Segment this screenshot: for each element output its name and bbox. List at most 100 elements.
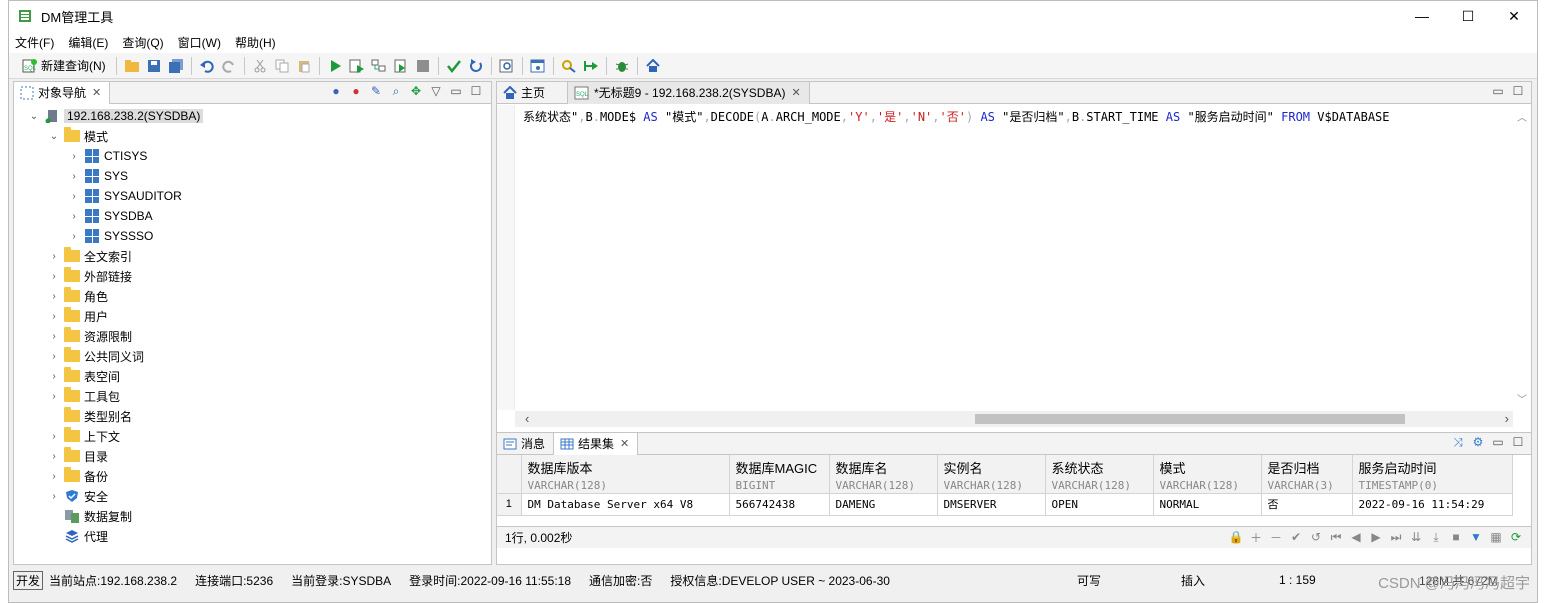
tree-node-folder[interactable]: › 外部链接 <box>48 266 132 286</box>
settings-icon[interactable]: ⚙ <box>1471 435 1485 449</box>
table-cell[interactable]: NORMAL <box>1153 493 1262 516</box>
debug-run-icon[interactable] <box>580 55 602 77</box>
edit-icon[interactable]: ✎ <box>369 84 383 98</box>
execute-script-icon[interactable] <box>346 55 368 77</box>
paste-icon[interactable] <box>293 55 315 77</box>
column-header[interactable]: 数据库版本 VARCHAR(128) <box>521 455 730 494</box>
close-tab-icon[interactable]: ✕ <box>92 86 101 99</box>
table-cell[interactable]: OPEN <box>1045 493 1154 516</box>
tree-node-schema[interactable]: › SYSAUDITOR <box>68 186 182 206</box>
cut-icon[interactable] <box>249 55 271 77</box>
save-all-icon[interactable] <box>165 55 187 77</box>
tree-node-folder[interactable]: › 公共同义词 <box>48 346 144 366</box>
grid-view-icon[interactable]: ▦ <box>1489 530 1503 544</box>
apply-icon[interactable]: ✔ <box>1289 530 1303 544</box>
menu-edit[interactable]: 编辑(E) <box>68 34 108 51</box>
collapse-chevron-icon[interactable]: ⌄ <box>28 111 40 122</box>
fetch-all-icon[interactable]: ⤓ <box>1429 530 1443 544</box>
scroll-left-icon[interactable]: ‹ <box>525 411 529 426</box>
tree-node-folder[interactable]: › 上下文 <box>48 426 120 446</box>
expand-chevron-icon[interactable]: › <box>68 191 80 202</box>
minimize-panel-icon[interactable]: ▭ <box>1491 84 1505 98</box>
execute-file-icon[interactable] <box>390 55 412 77</box>
expand-chevron-icon[interactable]: › <box>48 331 60 342</box>
copy-icon[interactable] <box>271 55 293 77</box>
column-header[interactable]: 服务启动时间 TIMESTAMP(0) <box>1352 455 1513 494</box>
tree-node-schema[interactable]: › SYSSSO <box>68 226 153 246</box>
table-row[interactable]: 1 DM Database Server x64 V8 566742438 DA… <box>497 493 1513 516</box>
revert-icon[interactable]: ↺ <box>1309 530 1323 544</box>
maximize-panel-icon[interactable]: ☐ <box>469 84 483 98</box>
maximize-panel-icon[interactable]: ☐ <box>1511 435 1525 449</box>
expand-chevron-icon[interactable]: › <box>48 431 60 442</box>
tree-node-agent[interactable]: 代理 <box>48 526 108 546</box>
tree-node-folder[interactable]: › 表空间 <box>48 366 120 386</box>
table-cell[interactable]: 2022-09-16 11:54:29 <box>1352 493 1513 516</box>
expand-chevron-icon[interactable]: › <box>68 231 80 242</box>
tab-resultset[interactable]: 结果集 ✕ <box>553 432 639 455</box>
tree-node-security[interactable]: › 安全 <box>48 486 108 506</box>
next-page-icon[interactable]: ▶ <box>1369 530 1383 544</box>
close-button[interactable]: ✕ <box>1491 1 1537 31</box>
column-header[interactable]: 数据库MAGIC BIGINT <box>729 455 830 494</box>
tree-node-folder[interactable]: 类型别名 <box>48 406 132 426</box>
expand-chevron-icon[interactable]: › <box>48 271 60 282</box>
column-header[interactable]: 数据库名 VARCHAR(128) <box>829 455 938 494</box>
debug-bug-icon[interactable] <box>611 55 633 77</box>
menu-help[interactable]: 帮助(H) <box>235 34 276 51</box>
undo-icon[interactable] <box>196 55 218 77</box>
expand-chevron-icon[interactable]: › <box>48 251 60 262</box>
scroll-up-icon[interactable]: ︿ <box>1517 109 1527 124</box>
expand-chevron-icon[interactable]: › <box>68 151 80 162</box>
mode-indicator[interactable]: 开发 <box>13 570 44 590</box>
add-row-icon[interactable]: ＋ <box>1249 530 1263 545</box>
execute-step-icon[interactable] <box>368 55 390 77</box>
redo-icon[interactable] <box>218 55 240 77</box>
view-menu-icon[interactable]: ▽ <box>429 84 443 98</box>
expand-chevron-icon[interactable]: › <box>48 391 60 402</box>
expand-chevron-icon[interactable]: › <box>68 211 80 222</box>
refresh-icon[interactable]: ⟳ <box>1509 530 1523 544</box>
tree-node-schema-folder[interactable]: ⌄ 模式 <box>48 126 108 146</box>
menu-query[interactable]: 查询(Q) <box>122 34 163 51</box>
column-header[interactable]: 实例名 VARCHAR(128) <box>937 455 1046 494</box>
table-cell[interactable]: 566742438 <box>729 493 830 516</box>
tab-sql-editor[interactable]: SQL *无标题9 - 192.168.238.2(SYSDBA) ✕ <box>567 81 810 104</box>
close-tab-icon[interactable]: ✕ <box>791 86 800 99</box>
table-cell[interactable]: DMSERVER <box>937 493 1046 516</box>
column-header[interactable]: 是否归档 VARCHAR(3) <box>1261 455 1353 494</box>
stop-fetch-icon[interactable]: ■ <box>1449 530 1463 544</box>
lock-icon[interactable]: 🔒 <box>1229 530 1244 544</box>
expand-chevron-icon[interactable]: › <box>48 291 60 302</box>
last-page-icon[interactable]: ⏭ <box>1389 530 1403 544</box>
menu-window[interactable]: 窗口(W) <box>178 34 221 51</box>
home-icon[interactable] <box>642 55 664 77</box>
column-header[interactable]: 系统状态 VARCHAR(128) <box>1045 455 1154 494</box>
tree-node-folder[interactable]: › 资源限制 <box>48 326 132 346</box>
tree-node-schema[interactable]: › SYSDBA <box>68 206 153 226</box>
tab-object-navigator[interactable]: 对象导航 ✕ <box>14 81 111 104</box>
fetch-next-icon[interactable]: ⇊ <box>1409 530 1423 544</box>
close-tab-icon[interactable]: ✕ <box>620 437 629 450</box>
sql-editor[interactable]: 系统状态",B.MODE$ AS "模式",DECODE(A.ARCH_MODE… <box>497 105 1531 427</box>
tree-node-folder[interactable]: › 全文索引 <box>48 246 132 266</box>
minimize-button[interactable]: — <box>1399 1 1445 31</box>
execute-icon[interactable] <box>324 55 346 77</box>
tab-messages[interactable]: 消息 <box>497 433 553 455</box>
stop-icon[interactable] <box>412 55 434 77</box>
expand-chevron-icon[interactable]: › <box>48 311 60 322</box>
explain-plan-icon[interactable] <box>496 55 518 77</box>
disconnect-icon[interactable]: ● <box>349 84 363 98</box>
collapse-icon[interactable]: ⤨ <box>1451 435 1465 449</box>
save-icon[interactable] <box>143 55 165 77</box>
menu-file[interactable]: 文件(F) <box>15 34 54 51</box>
tree-node-replication[interactable]: 数据复制 <box>48 506 132 526</box>
minimize-panel-icon[interactable]: ▭ <box>1491 435 1505 449</box>
tree-node-connection[interactable]: ⌄ 192.168.238.2(SYSDBA) <box>28 106 204 126</box>
format-icon[interactable] <box>558 55 580 77</box>
first-page-icon[interactable]: ⏮ <box>1329 530 1343 544</box>
delete-row-icon[interactable]: － <box>1269 530 1283 545</box>
commit-icon[interactable] <box>443 55 465 77</box>
column-header[interactable]: 模式 VARCHAR(128) <box>1153 455 1262 494</box>
scroll-right-icon[interactable]: › <box>1505 411 1509 426</box>
